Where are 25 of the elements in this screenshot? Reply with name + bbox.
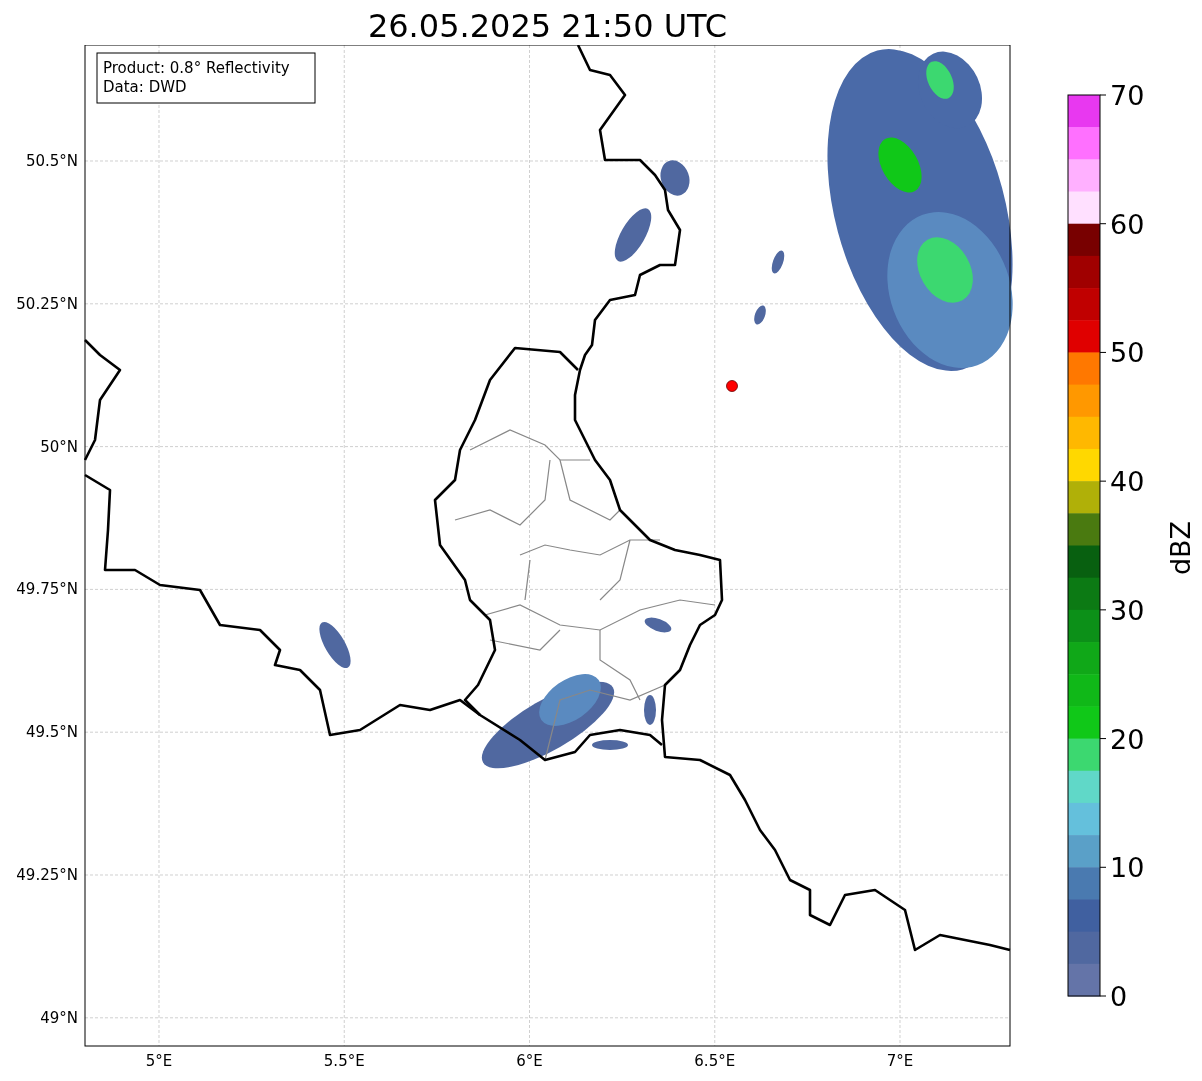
colorbar-tick-label: 40 <box>1110 466 1145 498</box>
latitude-label: 49°N <box>40 1008 78 1027</box>
longitude-label: 7°E <box>886 1052 914 1070</box>
info-text: Data: DWD <box>103 78 187 96</box>
longitude-label: 5°E <box>145 1052 173 1070</box>
latitude-label: 50.25°N <box>16 294 78 313</box>
colorbar-label: dBZ <box>1165 520 1196 576</box>
colorbar-tick-label: 50 <box>1110 337 1145 369</box>
radar-site-marker <box>726 380 738 392</box>
colorbar-tick-label: 20 <box>1110 723 1145 755</box>
latitude-label: 49.75°N <box>16 580 78 599</box>
colorbar-tick-label: 60 <box>1110 208 1145 240</box>
figure-title: 26.05.2025 21:50 UTC <box>367 5 728 45</box>
longitude-label: 6.5°E <box>694 1052 736 1070</box>
info-text: Product: 0.8° Reflectivity <box>103 59 290 77</box>
latitude-label: 50.5°N <box>25 152 78 170</box>
latitude-label: 49.5°N <box>25 723 78 742</box>
colorbar-tick-label: 30 <box>1110 594 1145 626</box>
longitude-label: 6°E <box>516 1052 543 1070</box>
latitude-label: 50°N <box>40 437 78 456</box>
colorbar-tick-label: 70 <box>1110 80 1145 111</box>
colorbar-tick-label: 0 <box>1110 981 1128 1012</box>
latitude-label: 49.25°N <box>16 866 78 884</box>
colorbar-tick-label: 10 <box>1110 852 1145 884</box>
longitude-label: 5.5°E <box>323 1052 365 1070</box>
